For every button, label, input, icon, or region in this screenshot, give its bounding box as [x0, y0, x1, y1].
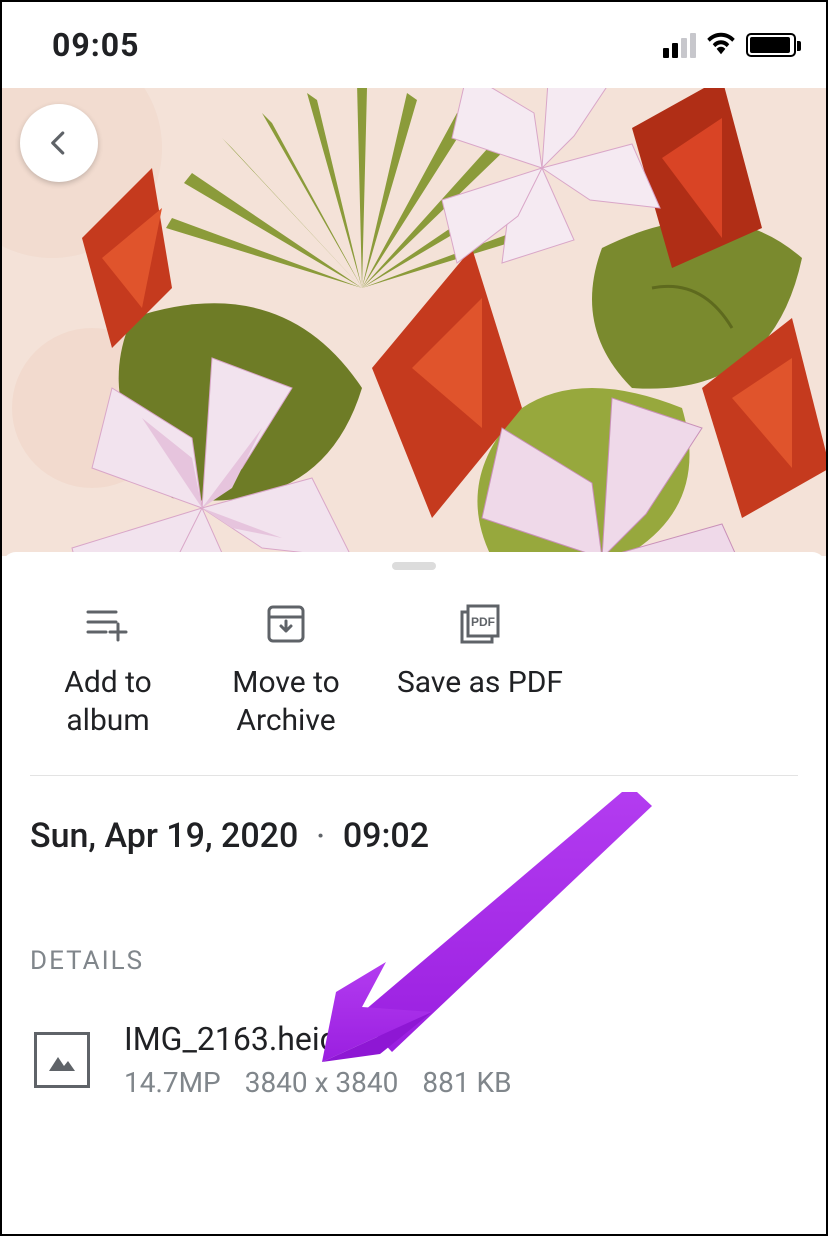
- action-label: Add to album: [24, 664, 192, 739]
- move-to-archive-button[interactable]: Move to Archive: [202, 602, 370, 739]
- photo-date: Sun, Apr 19, 2020: [30, 816, 298, 856]
- status-bar: 09:05: [2, 2, 826, 88]
- svg-text:PDF: PDF: [471, 615, 495, 629]
- photo-datetime[interactable]: Sun, Apr 19, 2020 · 09:02: [2, 776, 826, 886]
- pdf-icon: PDF: [456, 602, 504, 646]
- photo-time: 09:02: [343, 816, 429, 856]
- photo-illustration: [2, 88, 826, 556]
- separator-dot: ·: [316, 819, 325, 854]
- details-heading: DETAILS: [2, 886, 826, 996]
- action-row: Add to album Move to Archive PDF Save as…: [2, 570, 826, 775]
- details-sheet: Add to album Move to Archive PDF Save as…: [2, 552, 826, 1234]
- file-megapixels: 14.7MP: [124, 1066, 221, 1099]
- file-dimensions: 3840 x 3840: [245, 1066, 399, 1099]
- battery-icon: [746, 33, 796, 57]
- file-details-row[interactable]: IMG_2163.heic 14.7MP 3840 x 3840 881 KB: [2, 996, 826, 1123]
- file-size: 881 KB: [422, 1066, 511, 1099]
- archive-icon: [265, 602, 307, 646]
- cellular-signal-icon: [663, 33, 696, 58]
- status-icons: [663, 29, 796, 62]
- back-button[interactable]: [20, 104, 98, 182]
- drag-handle[interactable]: [392, 562, 436, 570]
- action-label: Move to Archive: [202, 664, 370, 739]
- add-to-album-button[interactable]: Add to album: [24, 602, 192, 739]
- image-file-icon: [34, 1032, 90, 1088]
- wifi-icon: [706, 29, 736, 62]
- clock: 09:05: [52, 26, 139, 64]
- file-meta: 14.7MP 3840 x 3840 881 KB: [124, 1066, 512, 1099]
- add-to-album-icon: [86, 602, 130, 646]
- photo-preview[interactable]: [2, 88, 826, 556]
- chevron-left-icon: [44, 128, 74, 158]
- file-name: IMG_2163.heic: [124, 1020, 512, 1058]
- save-as-pdf-button[interactable]: PDF Save as PDF: [380, 602, 580, 739]
- action-label: Save as PDF: [397, 664, 563, 702]
